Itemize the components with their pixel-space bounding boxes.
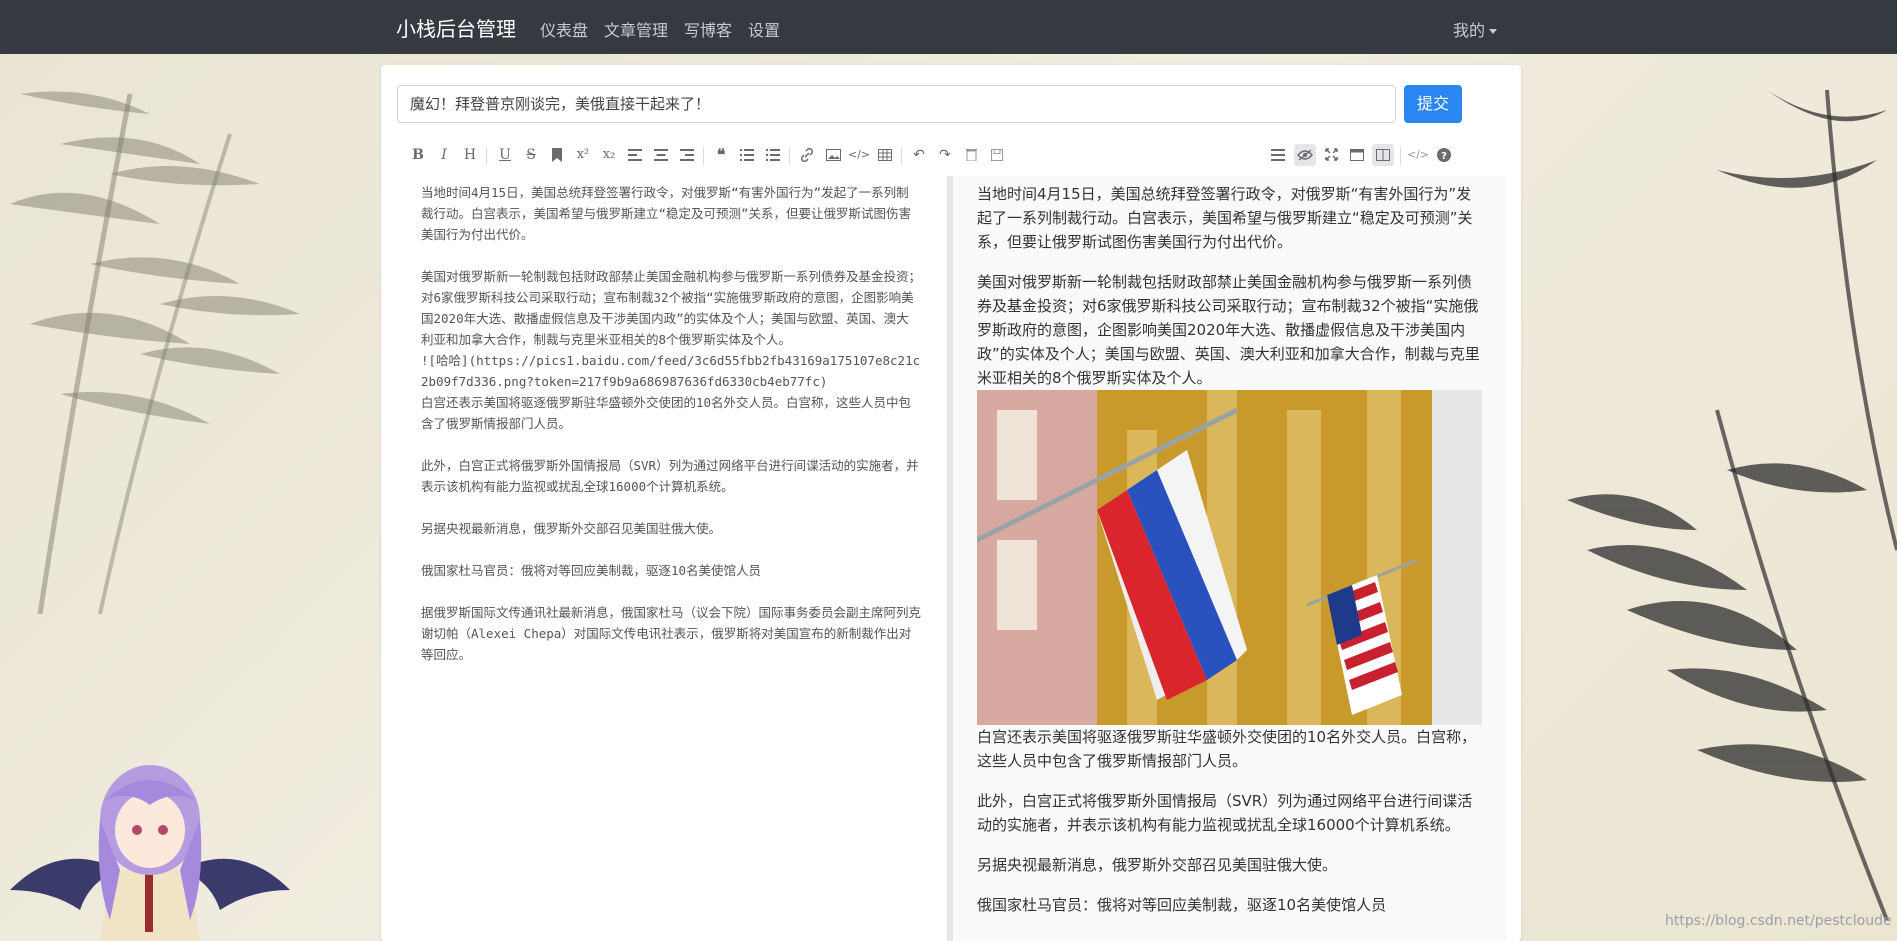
editor-toolbar: B I H U S x² x₂ ❝ </> ↶ ↷ </> ? <box>397 134 1507 177</box>
markdown-source-pane[interactable]: 当地时间4月15日，美国总统拜登签署行政令，对俄罗斯“有害外国行为”发起了一系列… <box>397 176 947 941</box>
heading-icon[interactable]: H <box>459 144 481 166</box>
align-left-icon[interactable] <box>624 144 646 166</box>
redo-icon[interactable]: ↷ <box>934 144 956 166</box>
subscript-icon[interactable]: x₂ <box>598 144 620 166</box>
nav-link-articles[interactable]: 文章管理 <box>604 17 668 41</box>
bold-icon[interactable]: B <box>407 144 429 166</box>
align-right-icon[interactable] <box>676 144 698 166</box>
source-paragraph: 当地时间4月15日，美国总统拜登签署行政令，对俄罗斯“有害外国行为”发起了一系列… <box>421 185 912 242</box>
trash-icon[interactable] <box>960 144 982 166</box>
toolbar-divider <box>1400 147 1401 165</box>
unordered-list-icon[interactable] <box>762 144 784 166</box>
italic-icon[interactable]: I <box>433 144 455 166</box>
preview-paragraph: 美国对俄罗斯新一轮制裁包括财政部禁止美国金融机构参与俄罗斯一系列债券及基金投资；… <box>977 273 1480 387</box>
window-icon[interactable] <box>1346 144 1368 166</box>
submit-button[interactable]: 提交 <box>1404 85 1462 123</box>
source-paragraph: 美国对俄罗斯新一轮制裁包括财政部禁止美国金融机构参与俄罗斯一系列债券及基金投资；… <box>421 269 922 347</box>
html-code-icon[interactable]: </> <box>1407 144 1429 166</box>
undo-icon[interactable]: ↶ <box>908 144 930 166</box>
fullscreen-icon[interactable] <box>1320 144 1342 166</box>
brand-title[interactable]: 小栈后台管理 <box>396 13 516 42</box>
top-navbar: 小栈后台管理 仪表盘 文章管理 写博客 设置 我的 <box>0 0 1897 54</box>
preview-paragraph: 当地时间4月15日，美国总统拜登签署行政令，对俄罗斯“有害外国行为”发起了一系列… <box>977 185 1473 251</box>
user-menu-label: 我的 <box>1453 21 1486 40</box>
link-icon[interactable] <box>796 144 818 166</box>
table-icon[interactable] <box>874 144 896 166</box>
watermark-text: https://blog.csdn.net/pestcloude <box>1665 913 1892 929</box>
bamboo-decoration-left <box>10 91 300 614</box>
save-icon[interactable] <box>986 144 1008 166</box>
anime-mascot-image <box>10 765 290 941</box>
superscript-icon[interactable]: x² <box>572 144 594 166</box>
toolbar-divider <box>486 147 487 165</box>
toolbar-divider <box>901 147 902 165</box>
preview-paragraph: 此外，白宫正式将俄罗斯外国情报局（SVR）列为通过网络平台进行间谍活动的实施者，… <box>977 792 1473 834</box>
strikethrough-icon[interactable]: S <box>520 144 542 166</box>
source-image-markdown: ![哈哈](https://pics1.baidu.com/feed/3c6d5… <box>421 353 921 389</box>
user-menu-toggle[interactable]: 我的 <box>1453 17 1498 41</box>
nav-link-write-blog[interactable]: 写博客 <box>684 17 732 41</box>
help-icon[interactable]: ? <box>1433 144 1455 166</box>
preview-paragraph: 白宫还表示美国将驱逐俄罗斯驻华盛顿外交使团的10名外交人员。白宫称，这些人员中包… <box>977 728 1477 770</box>
source-paragraph: 另据央视最新消息，俄罗斯外交部召见美国驻俄大使。 <box>421 521 722 536</box>
image-icon[interactable] <box>822 144 844 166</box>
markdown-preview-pane: 当地时间4月15日，美国总统拜登签署行政令，对俄罗斯“有害外国行为”发起了一系列… <box>953 176 1507 941</box>
toolbar-divider <box>703 147 704 165</box>
source-paragraph: 据俄罗斯国际文传通讯社最新消息，俄国家杜马（议会下院）国际事务委员会副主席阿列克… <box>421 605 922 662</box>
nav-link-dashboard[interactable]: 仪表盘 <box>540 17 588 41</box>
code-icon[interactable]: </> <box>848 144 870 166</box>
quote-icon[interactable]: ❝ <box>710 144 732 166</box>
source-paragraph: 俄国家杜马官员：俄将对等回应美制裁，驱逐10名美使馆人员 <box>421 563 762 578</box>
svg-text:?: ? <box>1441 151 1447 162</box>
caret-down-icon <box>1489 29 1498 34</box>
source-paragraph: 此外，白宫正式将俄罗斯外国情报局（SVR）列为通过网络平台进行间谍活动的实施者，… <box>421 458 919 494</box>
bookmark-icon[interactable] <box>546 144 568 166</box>
navigation-icon[interactable] <box>1267 144 1289 166</box>
ordered-list-icon[interactable] <box>736 144 758 166</box>
nav-link-settings[interactable]: 设置 <box>748 17 780 41</box>
article-image <box>977 390 1482 725</box>
bamboo-decoration-right <box>1567 89 1897 920</box>
source-paragraph: 白宫还表示美国将驱逐俄罗斯驻华盛顿外交使团的10名外交人员。白宫称，这些人员中包… <box>421 395 912 431</box>
toolbar-divider <box>789 147 790 165</box>
article-title-input[interactable]: 魔幻！拜登普京刚谈完，美俄直接干起来了！ <box>397 85 1396 123</box>
underline-icon[interactable]: U <box>494 144 516 166</box>
preview-toggle-icon[interactable] <box>1294 144 1316 166</box>
preview-paragraph: 另据央视最新消息，俄罗斯外交部召见美国驻俄大使。 <box>977 856 1338 874</box>
preview-paragraph: 俄国家杜马官员：俄将对等回应美制裁，驱逐10名美使馆人员 <box>977 896 1387 914</box>
align-center-icon[interactable] <box>650 144 672 166</box>
split-view-icon[interactable] <box>1372 144 1394 166</box>
